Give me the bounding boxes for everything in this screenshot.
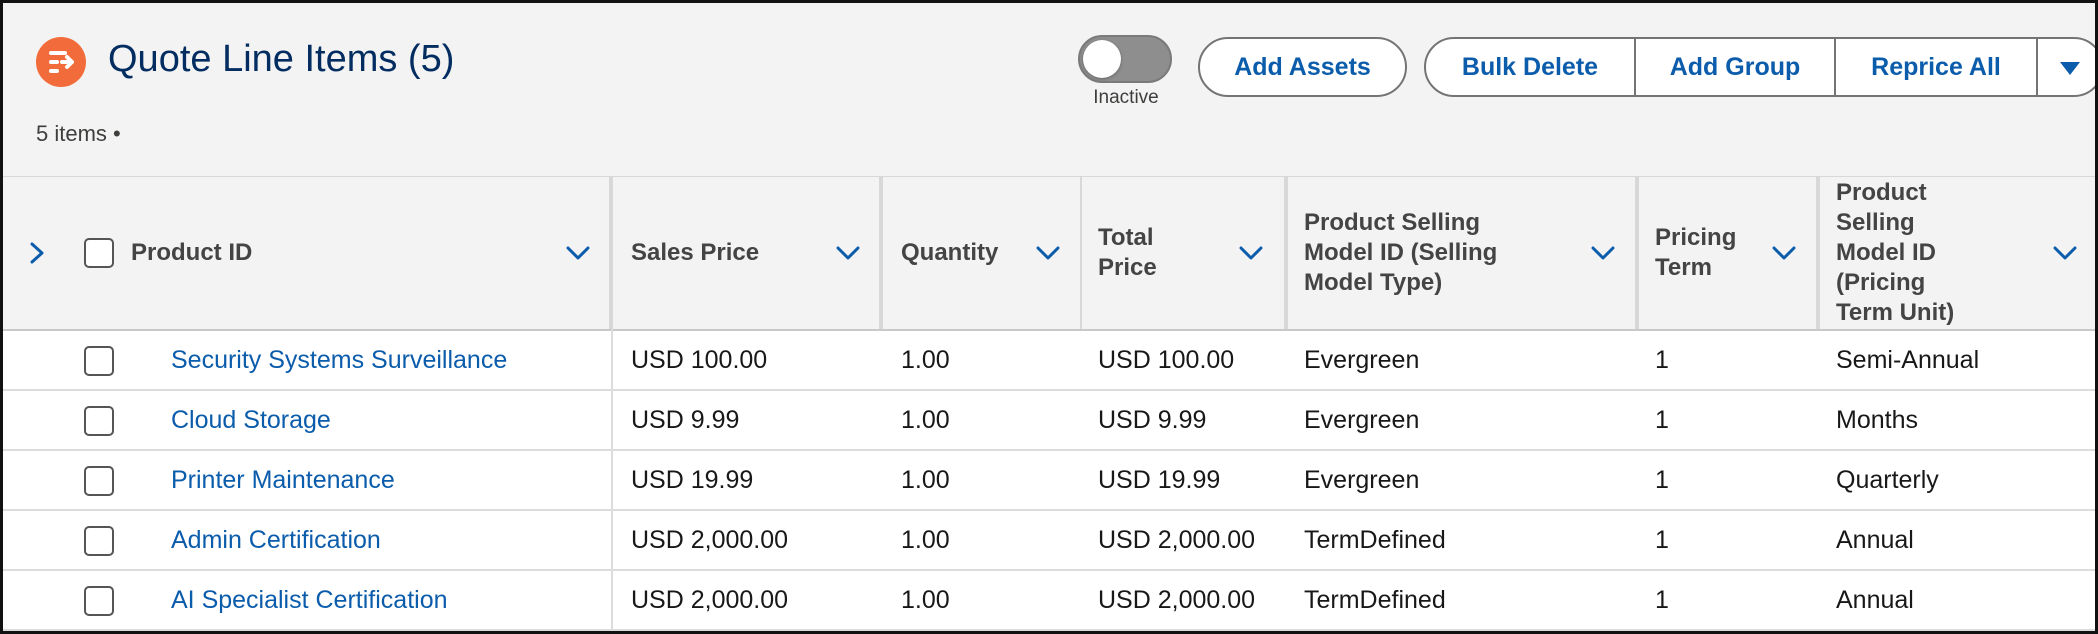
pricing-term-cell: 1 — [1655, 466, 1669, 494]
column-label: Total Price — [1098, 224, 1157, 281]
term-unit-cell: Quarterly — [1836, 466, 1939, 494]
reprice-all-button[interactable]: Reprice All — [1834, 37, 2038, 97]
pricing-term-cell: 1 — [1655, 586, 1669, 614]
bulk-delete-button[interactable]: Bulk Delete — [1424, 37, 1636, 97]
row-checkbox[interactable] — [84, 406, 114, 436]
quote-line-items-icon — [36, 37, 86, 87]
model-type-cell: Evergreen — [1304, 406, 1420, 434]
total-price-cell: USD 2,000.00 — [1098, 526, 1256, 554]
model-type-cell: Evergreen — [1304, 466, 1420, 494]
term-unit-cell: Semi-Annual — [1836, 346, 1980, 374]
triangle-down-icon — [2060, 61, 2080, 75]
column-header-selling-model-type[interactable]: Product Selling Model ID (Selling Model … — [1288, 177, 1639, 329]
item-count: 5 items • — [36, 121, 121, 146]
product-link[interactable]: AI Specialist Certification — [171, 571, 448, 629]
total-price-cell: USD 9.99 — [1098, 406, 1207, 434]
chevron-down-icon[interactable] — [1771, 241, 1797, 265]
product-link[interactable]: Admin Certification — [171, 511, 381, 569]
more-actions-button[interactable] — [2036, 37, 2095, 97]
term-unit-cell: Annual — [1836, 586, 1914, 614]
column-header-sales-price[interactable]: Sales Price — [613, 177, 883, 329]
inactive-toggle[interactable] — [1078, 35, 1172, 83]
quantity-cell: 1.00 — [901, 586, 950, 614]
table-row[interactable]: Admin Certification USD 2,000.00 1.00 US… — [3, 511, 2095, 571]
product-link[interactable]: Printer Maintenance — [171, 451, 395, 509]
quantity-cell: 1.00 — [901, 346, 950, 374]
column-header-quantity[interactable]: Quantity — [883, 177, 1082, 329]
column-header-pricing-term-unit[interactable]: Product Selling Model ID (Pricing Term U… — [1820, 177, 2095, 329]
sales-price-cell: USD 9.99 — [631, 406, 740, 434]
model-type-cell: TermDefined — [1304, 526, 1446, 554]
column-header-product-id[interactable]: Product ID — [3, 177, 613, 329]
add-assets-button[interactable]: Add Assets — [1198, 37, 1407, 97]
table-row[interactable]: Security Systems Surveillance USD 100.00… — [3, 331, 2095, 391]
sales-price-cell: USD 2,000.00 — [631, 586, 789, 614]
product-link[interactable]: Security Systems Surveillance — [171, 331, 507, 389]
total-price-cell: USD 19.99 — [1098, 466, 1221, 494]
term-unit-cell: Annual — [1836, 526, 1914, 554]
quantity-cell: 1.00 — [901, 406, 950, 434]
table-header: Product ID Sales Price Quantity Total Pr… — [3, 177, 2095, 331]
row-checkbox[interactable] — [84, 346, 114, 376]
column-label: Pricing Term — [1655, 224, 1737, 281]
sales-price-cell: USD 2,000.00 — [631, 526, 789, 554]
model-type-cell: TermDefined — [1304, 586, 1446, 614]
quantity-cell: 1.00 — [901, 526, 950, 554]
add-group-button[interactable]: Add Group — [1634, 37, 1836, 97]
chevron-down-icon[interactable] — [1035, 241, 1061, 265]
total-price-cell: USD 100.00 — [1098, 346, 1235, 374]
column-label: Product Selling Model ID (Pricing Term U… — [1836, 179, 1955, 326]
column-label: Product Selling Model ID (Selling Model … — [1304, 209, 1498, 296]
total-price-cell: USD 2,000.00 — [1098, 586, 1256, 614]
pricing-term-cell: 1 — [1655, 346, 1669, 374]
column-header-total-price[interactable]: Total Price — [1082, 177, 1288, 329]
term-unit-cell: Months — [1836, 406, 1918, 434]
column-label: Product ID — [131, 239, 253, 266]
product-link[interactable]: Cloud Storage — [171, 391, 331, 449]
table-row[interactable]: Cloud Storage USD 9.99 1.00 USD 9.99 Eve… — [3, 391, 2095, 451]
sales-price-cell: USD 100.00 — [631, 346, 768, 374]
pricing-term-cell: 1 — [1655, 526, 1669, 554]
card-header: Quote Line Items (5) 5 items • Inactive … — [3, 3, 2095, 177]
chevron-down-icon[interactable] — [2052, 241, 2078, 265]
action-button-group: Bulk Delete Add Group Reprice All — [1424, 37, 2095, 97]
toggle-knob — [1083, 40, 1121, 78]
column-label: Quantity — [901, 239, 999, 266]
chevron-down-icon[interactable] — [1590, 241, 1616, 265]
quantity-cell: 1.00 — [901, 466, 950, 494]
model-type-cell: Evergreen — [1304, 346, 1420, 374]
table-row[interactable]: Printer Maintenance USD 19.99 1.00 USD 1… — [3, 451, 2095, 511]
chevron-down-icon[interactable] — [1238, 241, 1264, 265]
card-title[interactable]: Quote Line Items (5) — [108, 35, 454, 83]
quote-line-items-card: Quote Line Items (5) 5 items • Inactive … — [0, 0, 2098, 634]
row-checkbox[interactable] — [84, 586, 114, 616]
row-checkbox[interactable] — [84, 466, 114, 496]
row-checkbox[interactable] — [84, 526, 114, 556]
table-row[interactable]: AI Specialist Certification USD 2,000.00… — [3, 571, 2095, 631]
chevron-down-icon[interactable] — [565, 241, 591, 265]
column-header-pricing-term[interactable]: Pricing Term — [1639, 177, 1820, 329]
sales-price-cell: USD 19.99 — [631, 466, 754, 494]
chevron-down-icon[interactable] — [835, 241, 861, 265]
pricing-term-cell: 1 — [1655, 406, 1669, 434]
toggle-label: Inactive — [1093, 87, 1159, 108]
column-divider-line — [611, 329, 613, 631]
column-label: Sales Price — [631, 239, 760, 266]
